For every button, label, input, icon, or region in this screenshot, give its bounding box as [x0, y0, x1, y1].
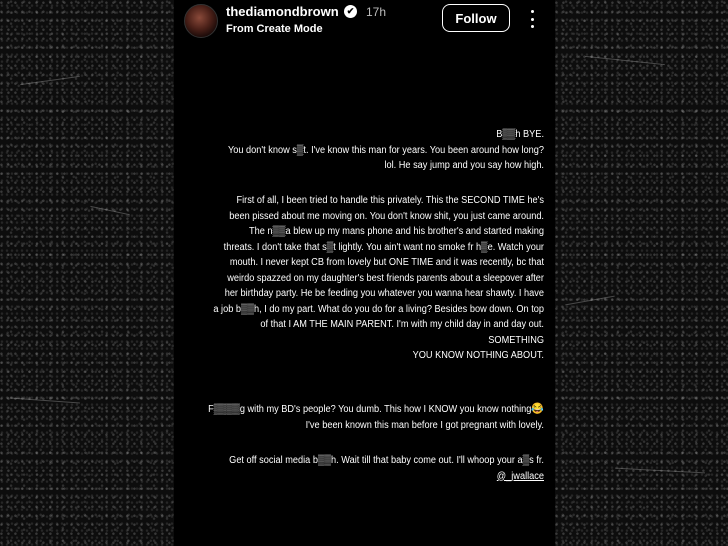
dot: [530, 25, 534, 28]
scratch-mark: [585, 55, 665, 66]
text-line: of that I AM THE MAIN PARENT. I'm with m…: [260, 319, 544, 346]
avatar[interactable]: [184, 4, 218, 38]
scratch-mark: [90, 205, 130, 216]
story-paragraph-2: First of all, I been tried to handle thi…: [204, 193, 544, 364]
create-mode-label[interactable]: From Create Mode: [226, 23, 323, 35]
scratch-mark: [20, 75, 80, 86]
right-grain-background: [555, 0, 728, 546]
scratch-mark: [565, 295, 615, 306]
text-line: a job b▒▒h, I do my part. What do you do…: [213, 303, 544, 315]
scratch-mark: [615, 467, 705, 474]
text-line: The n▒▒a blew up my mans phone and his b…: [248, 226, 544, 237]
verified-badge-icon: ✔: [344, 5, 357, 18]
text-line: threats. I don't take that s▒t lightly. …: [223, 241, 544, 253]
text-line: Get off social media b▒▒h. Wait till tha…: [229, 455, 544, 466]
username[interactable]: thediamondbrown: [226, 4, 339, 19]
text-line: F▒▒▒▒g with my BD's people? You dumb. Th…: [204, 402, 544, 418]
story-header: thediamondbrown ✔ 17h From Create Mode F…: [174, 0, 555, 44]
text-line: YOU KNOW NOTHING ABOUT.: [412, 350, 544, 361]
story-paragraph-1: B▒▒h BYE. You don't know s▒t. I've know …: [204, 127, 544, 174]
text-span: F▒▒▒▒g with my BD's people? You dumb. Th…: [208, 404, 532, 415]
post-time: 17h: [366, 5, 387, 19]
screenshot-page: thediamondbrown ✔ 17h From Create Mode F…: [0, 0, 728, 546]
text-line: weirdo spazzed on my daughter's best fri…: [227, 272, 544, 284]
left-grain-background: [0, 0, 174, 546]
text-line: her birthday party. He be feeding you wh…: [224, 288, 544, 299]
story-panel: thediamondbrown ✔ 17h From Create Mode F…: [174, 0, 555, 546]
dot: [530, 10, 534, 13]
dot: [530, 17, 534, 21]
text-line: mouth. I never kept CB from lovely but O…: [229, 257, 544, 268]
scratch-mark: [10, 397, 80, 404]
more-options-icon[interactable]: [524, 8, 540, 30]
text-line: been pissed about me moving on. You don'…: [229, 210, 544, 222]
text-line: B▒▒h BYE.: [496, 129, 544, 140]
story-paragraph-4: Get off social media b▒▒h. Wait till tha…: [204, 453, 544, 484]
text-line: @_jwallace: [204, 469, 544, 485]
mention-link[interactable]: @_jwallace: [497, 471, 544, 482]
text-line: I've been known this man before I got pr…: [305, 419, 544, 431]
text-line: First of all, I been tried to handle thi…: [236, 195, 545, 206]
laughing-emoji-icon: 😂: [531, 403, 544, 415]
follow-button[interactable]: Follow: [442, 4, 510, 32]
text-line: lol. He say jump and you say how high.: [384, 160, 544, 171]
text-line: You don't know s▒t. I've know this man f…: [227, 144, 544, 156]
story-paragraph-3: F▒▒▒▒g with my BD's people? You dumb. Th…: [204, 402, 544, 433]
